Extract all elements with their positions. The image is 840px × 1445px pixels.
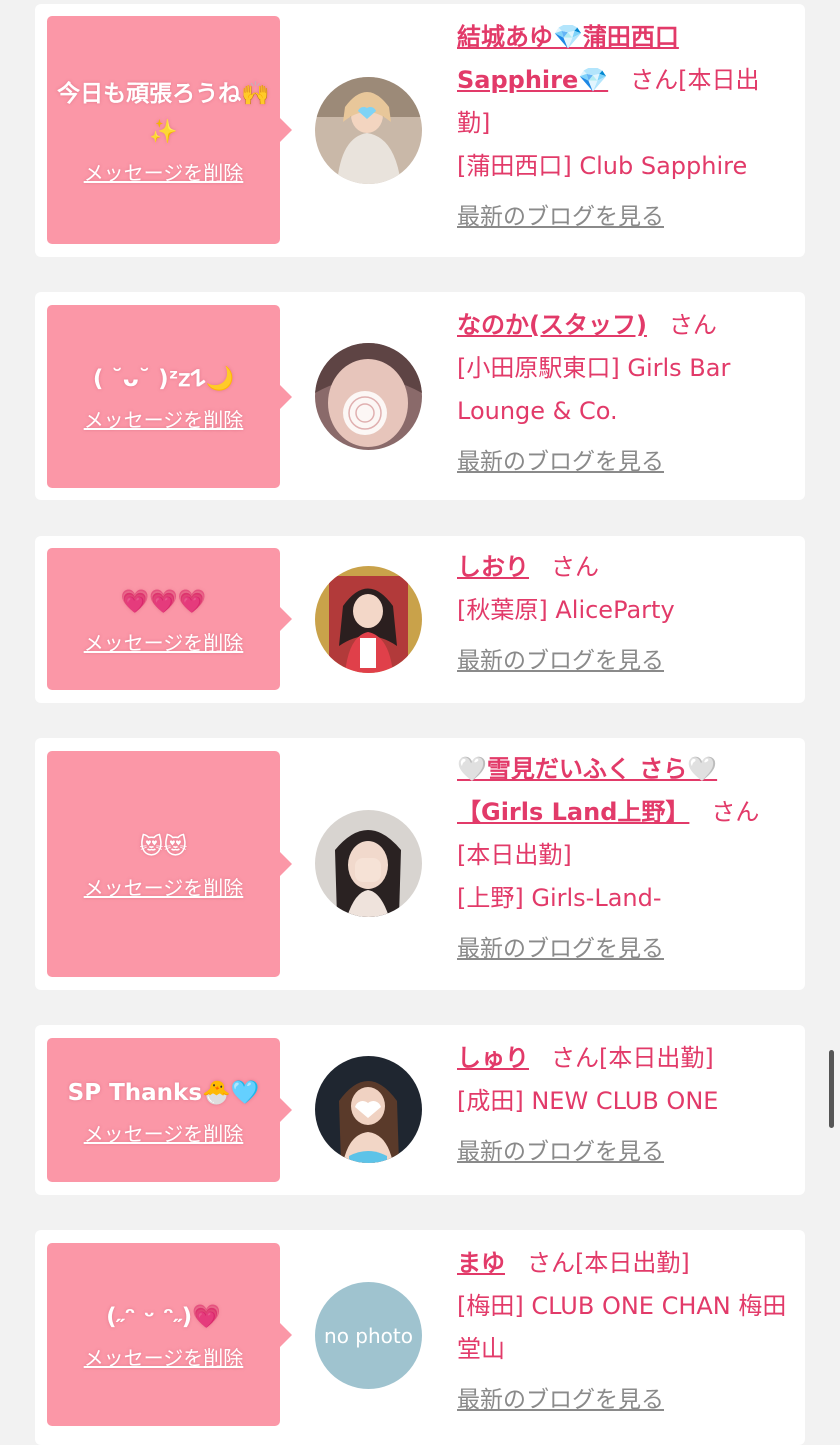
message-text: 今日も頑張ろうね🙌✨: [57, 80, 270, 145]
message-card: 今日も頑張ろうね🙌✨ メッセージを削除 結城あゆ💎蒲田西口Sapphire💎 さん…: [35, 4, 805, 257]
shop-name: [梅田] CLUB ONE CHAN 梅田堂山: [457, 1292, 787, 1363]
delete-message-link[interactable]: メッセージを削除: [84, 1342, 244, 1371]
message-bubble: 💗💗💗 メッセージを削除: [47, 548, 292, 690]
latest-blog-link[interactable]: 最新のブログを見る: [457, 441, 792, 484]
message-card: ( ˘ᴗ˘ )ᶻ𝗓𐰁🌙 メッセージを削除 なのか(スタッフ) さん [小田原駅東口…: [35, 292, 805, 500]
avatar[interactable]: [315, 1056, 422, 1163]
shop-name: [小田原駅東口] Girls Bar Lounge & Co.: [457, 354, 731, 425]
latest-blog-link[interactable]: 最新のブログを見る: [457, 928, 792, 971]
san-suffix: さん: [551, 1044, 599, 1072]
shop-name: [蒲田西口] Club Sapphire: [457, 152, 748, 180]
san-suffix: さん: [527, 1249, 575, 1277]
message-card: SP Thanks🐣🩵 メッセージを削除 しゅり さん[本日出勤] [成田] NE…: [35, 1025, 805, 1195]
latest-blog-link[interactable]: 最新のブログを見る: [457, 196, 792, 239]
message-card: (˶ᵔ ᵕ ᵔ˶)💗 メッセージを削除 no photo まゆ さん[本日出勤] …: [35, 1230, 805, 1445]
message-text: 💗💗💗: [120, 588, 207, 615]
no-photo-label: no photo: [324, 1323, 413, 1348]
message-bubble: 😻😻 メッセージを削除: [47, 751, 292, 977]
delete-message-link[interactable]: メッセージを削除: [84, 404, 244, 433]
delete-message-link[interactable]: メッセージを削除: [84, 872, 244, 901]
message-bubble: (˶ᵔ ᵕ ᵔ˶)💗 メッセージを削除: [47, 1243, 292, 1426]
shop-name: [秋葉原] AliceParty: [457, 596, 675, 624]
attendance-status: [本日出勤]: [599, 1044, 714, 1072]
latest-blog-link[interactable]: 最新のブログを見る: [457, 1131, 792, 1174]
girl-info: 結城あゆ💎蒲田西口Sapphire💎 さん[本日出勤] [蒲田西口] Club S…: [457, 16, 792, 239]
girl-name-link[interactable]: 🤍雪見だいふく さら🤍【Girls Land上野】: [457, 755, 717, 826]
scrollbar[interactable]: [829, 1050, 834, 1128]
san-suffix: さん: [551, 553, 599, 581]
girl-name-link[interactable]: なのか(スタッフ): [457, 311, 647, 339]
girl-name-link[interactable]: まゆ: [457, 1249, 505, 1277]
girl-info: まゆ さん[本日出勤] [梅田] CLUB ONE CHAN 梅田堂山 最新のブロ…: [457, 1242, 792, 1422]
girl-name-link[interactable]: しおり: [457, 553, 529, 581]
message-card: 💗💗💗 メッセージを削除 しおり さん [秋葉原] AliceParty 最新のブ…: [35, 536, 805, 703]
message-bubble: ( ˘ᴗ˘ )ᶻ𝗓𐰁🌙 メッセージを削除: [47, 305, 292, 488]
delete-message-link[interactable]: メッセージを削除: [84, 157, 244, 186]
delete-message-link[interactable]: メッセージを削除: [84, 1118, 244, 1147]
message-card: 😻😻 メッセージを削除 🤍雪見だいふく さら🤍【Girls Land上野】 さん …: [35, 738, 805, 990]
girl-info: なのか(スタッフ) さん [小田原駅東口] Girls Bar Lounge & …: [457, 304, 792, 484]
shop-name: [上野] Girls-Land-: [457, 884, 662, 912]
message-text: SP Thanks🐣🩵: [67, 1079, 260, 1106]
delete-message-link[interactable]: メッセージを削除: [84, 627, 244, 656]
san-suffix: さん: [668, 311, 717, 339]
avatar[interactable]: [315, 810, 422, 917]
avatar[interactable]: [315, 566, 422, 673]
message-text: (˶ᵔ ᵕ ᵔ˶)💗: [106, 1304, 221, 1330]
avatar[interactable]: [315, 77, 422, 184]
girl-info: しゅり さん[本日出勤] [成田] NEW CLUB ONE 最新のブログを見る: [457, 1037, 792, 1174]
avatar[interactable]: [315, 343, 422, 450]
message-text: 😻😻: [139, 833, 188, 860]
message-text: ( ˘ᴗ˘ )ᶻ𝗓𐰁🌙: [92, 366, 235, 392]
girl-info: しおり さん [秋葉原] AliceParty 最新のブログを見る: [457, 546, 792, 683]
message-bubble: SP Thanks🐣🩵 メッセージを削除: [47, 1038, 292, 1182]
attendance-status: [本日出勤]: [457, 841, 572, 869]
avatar[interactable]: no photo: [315, 1282, 422, 1389]
latest-blog-link[interactable]: 最新のブログを見る: [457, 640, 792, 683]
girl-info: 🤍雪見だいふく さら🤍【Girls Land上野】 さん [本日出勤] [上野] …: [457, 748, 792, 971]
latest-blog-link[interactable]: 最新のブログを見る: [457, 1379, 792, 1422]
san-suffix: さん: [630, 66, 679, 94]
attendance-status: [本日出勤]: [575, 1249, 690, 1277]
girl-name-link[interactable]: しゅり: [457, 1044, 529, 1072]
san-suffix: さん: [711, 798, 760, 826]
shop-name: [成田] NEW CLUB ONE: [457, 1087, 719, 1115]
message-bubble: 今日も頑張ろうね🙌✨ メッセージを削除: [47, 16, 292, 244]
